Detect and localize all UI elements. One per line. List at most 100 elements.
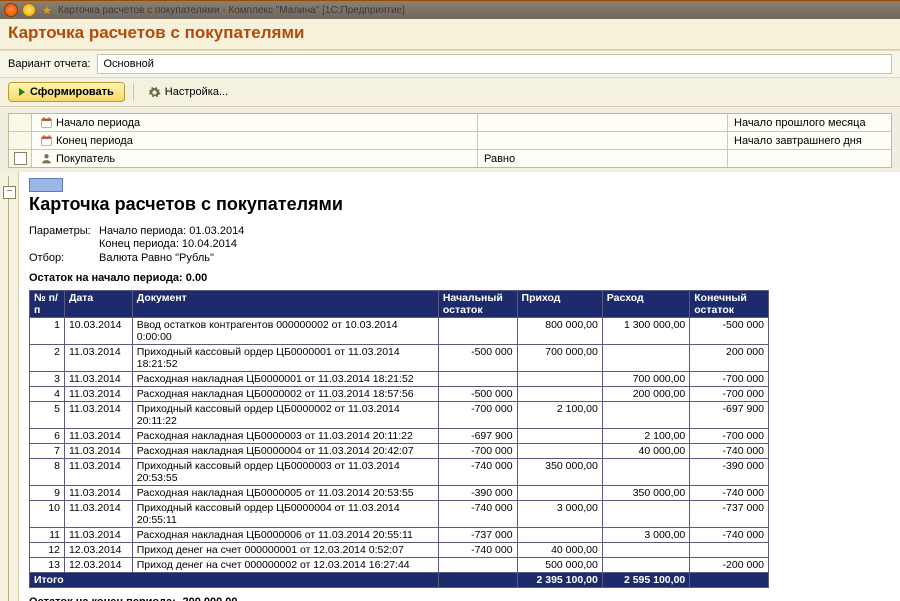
gear-icon <box>148 86 161 99</box>
param-row: Конец периода Начало завтрашнего дня <box>9 132 891 150</box>
cell-date: 11.03.2014 <box>64 429 132 444</box>
cell-start: -740 000 <box>438 459 517 486</box>
table-row[interactable]: 911.03.2014Расходная накладная ЦБ0000005… <box>30 486 769 501</box>
col-doc: Документ <box>132 291 438 318</box>
cell-n: 10 <box>30 501 65 528</box>
cell-doc: Приходный кассовый ордер ЦБ0000004 от 11… <box>132 501 438 528</box>
param-row: Покупатель Равно <box>9 150 891 167</box>
col-n: № п/п <box>30 291 65 318</box>
cell-end: -737 000 <box>690 501 769 528</box>
header: Карточка расчетов с покупателями <box>0 19 900 50</box>
cell-in: 500 000,00 <box>517 558 602 573</box>
col-date: Дата <box>64 291 132 318</box>
cell-end: -700 000 <box>690 387 769 402</box>
generate-button[interactable]: Сформировать <box>8 82 125 102</box>
cell-doc: Расходная накладная ЦБ0000001 от 11.03.2… <box>132 372 438 387</box>
app-window: ★ Карточка расчетов с покупателями - Ком… <box>0 0 900 601</box>
cell-date: 11.03.2014 <box>64 387 132 402</box>
start-balance: Остаток на начало периода: 0.00 <box>29 272 894 284</box>
cell-n: 6 <box>30 429 65 444</box>
window-close-icon[interactable] <box>4 3 18 17</box>
toolbar: Сформировать Настройка... <box>0 78 900 107</box>
cell-n: 11 <box>30 528 65 543</box>
table-row[interactable]: 1111.03.2014Расходная накладная ЦБ000000… <box>30 528 769 543</box>
col-end: Конечный остаток <box>690 291 769 318</box>
cell-doc: Приход денег на счет 000000001 от 12.03.… <box>132 543 438 558</box>
table-row[interactable]: 110.03.2014Ввод остатков контрагентов 00… <box>30 318 769 345</box>
cell-end <box>690 543 769 558</box>
checkbox[interactable] <box>14 152 27 165</box>
report-table: № п/п Дата Документ Начальный остаток Пр… <box>29 290 769 588</box>
variant-value: Основной <box>104 58 154 70</box>
param-op[interactable] <box>478 114 728 131</box>
meta-line-0: Начало периода: 01.03.2014 <box>99 225 244 237</box>
collapse-toggle[interactable]: − <box>3 186 16 199</box>
variant-select[interactable]: Основной <box>97 54 893 74</box>
report-title: Карточка расчетов с покупателями <box>29 194 894 215</box>
cell-out <box>602 501 689 528</box>
param-op[interactable] <box>478 132 728 149</box>
cell-end: -740 000 <box>690 528 769 543</box>
param-label: Начало периода <box>56 117 140 129</box>
report-body: Карточка расчетов с покупателями Парамет… <box>19 172 900 601</box>
cell-out <box>602 543 689 558</box>
cell-date: 11.03.2014 <box>64 501 132 528</box>
param-label-cell: Начало периода <box>32 114 478 131</box>
cell-out <box>602 345 689 372</box>
param-op[interactable]: Равно <box>478 150 728 167</box>
cell-out <box>602 558 689 573</box>
meta-filter-value: Валюта Равно "Рубль" <box>99 252 214 264</box>
table-row[interactable]: 511.03.2014Приходный кассовый ордер ЦБ00… <box>30 402 769 429</box>
cell-out <box>602 459 689 486</box>
window-min-icon[interactable] <box>22 3 36 17</box>
divider <box>133 83 134 101</box>
cell-n: 13 <box>30 558 65 573</box>
table-row[interactable]: 1011.03.2014Приходный кассовый ордер ЦБ0… <box>30 501 769 528</box>
table-row[interactable]: 1212.03.2014Приход денег на счет 0000000… <box>30 543 769 558</box>
cell-doc: Приходный кассовый ордер ЦБ0000001 от 11… <box>132 345 438 372</box>
param-value[interactable] <box>728 150 891 167</box>
total-label: Итого <box>30 573 439 588</box>
param-label-cell: Конец периода <box>32 132 478 149</box>
cell-doc: Приход денег на счет 000000002 от 12.03.… <box>132 558 438 573</box>
cell-date: 11.03.2014 <box>64 372 132 387</box>
param-label: Покупатель <box>56 153 115 165</box>
cell-n: 5 <box>30 402 65 429</box>
param-value[interactable]: Начало завтрашнего дня <box>728 132 891 149</box>
table-row[interactable]: 411.03.2014Расходная накладная ЦБ0000002… <box>30 387 769 402</box>
cell-end: -740 000 <box>690 486 769 501</box>
cell-start: -390 000 <box>438 486 517 501</box>
cell-out: 2 100,00 <box>602 429 689 444</box>
cell-in <box>517 387 602 402</box>
cell-start <box>438 372 517 387</box>
cell-start: -697 900 <box>438 429 517 444</box>
param-value[interactable]: Начало прошлого месяца <box>728 114 891 131</box>
total-in: 2 395 100,00 <box>517 573 602 588</box>
report-area: − Карточка расчетов с покупателями Парам… <box>0 172 900 601</box>
table-row[interactable]: 811.03.2014Приходный кассовый ордер ЦБ00… <box>30 459 769 486</box>
settings-label: Настройка... <box>165 86 228 98</box>
cell-in: 350 000,00 <box>517 459 602 486</box>
outline-line <box>8 176 9 601</box>
table-row[interactable]: 311.03.2014Расходная накладная ЦБ0000001… <box>30 372 769 387</box>
table-row[interactable]: 611.03.2014Расходная накладная ЦБ0000003… <box>30 429 769 444</box>
table-row[interactable]: 711.03.2014Расходная накладная ЦБ0000004… <box>30 444 769 459</box>
cell-start: -500 000 <box>438 345 517 372</box>
settings-button[interactable]: Настройка... <box>142 83 234 102</box>
table-row[interactable]: 1312.03.2014Приход денег на счет 0000000… <box>30 558 769 573</box>
cell-out: 700 000,00 <box>602 372 689 387</box>
cell-doc: Расходная накладная ЦБ0000002 от 11.03.2… <box>132 387 438 402</box>
col-start: Начальный остаток <box>438 291 517 318</box>
cell-date: 11.03.2014 <box>64 486 132 501</box>
cell-in: 40 000,00 <box>517 543 602 558</box>
param-checkbox-cell <box>9 150 32 167</box>
cell-end: -390 000 <box>690 459 769 486</box>
cell-date: 12.03.2014 <box>64 558 132 573</box>
cell-n: 3 <box>30 372 65 387</box>
cell-end: -700 000 <box>690 429 769 444</box>
cell-start: -500 000 <box>438 387 517 402</box>
table-row[interactable]: 211.03.2014Приходный кассовый ордер ЦБ00… <box>30 345 769 372</box>
cell-in: 3 000,00 <box>517 501 602 528</box>
cell-in: 800 000,00 <box>517 318 602 345</box>
table-total-row: Итого2 395 100,002 595 100,00 <box>30 573 769 588</box>
